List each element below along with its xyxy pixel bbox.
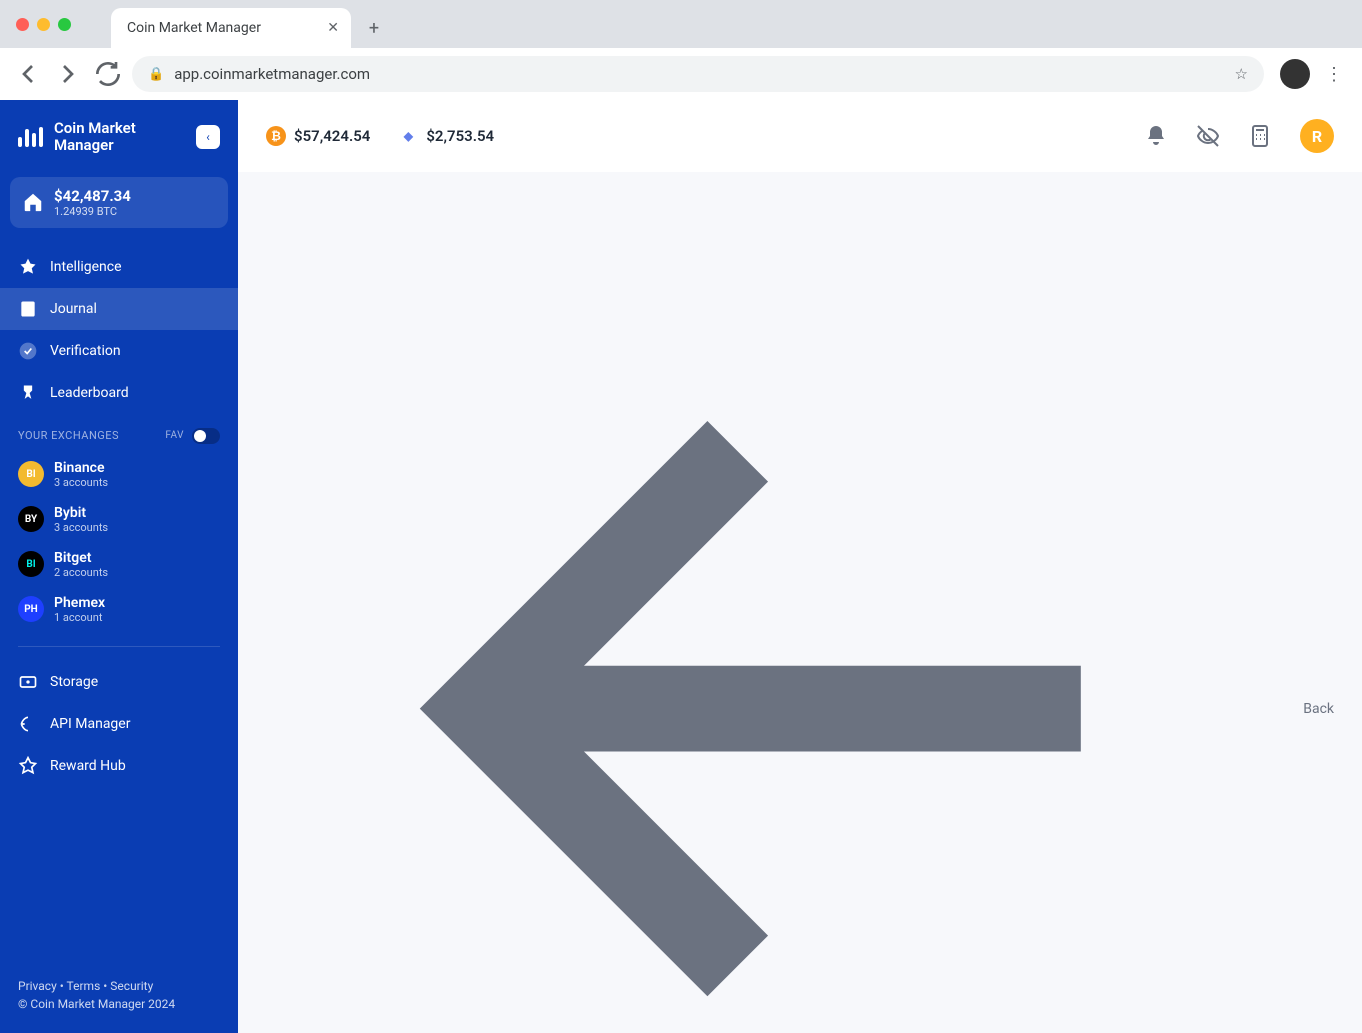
balance-card[interactable]: $42,487.34 1.24939 BTC	[10, 177, 228, 228]
storage-icon	[18, 672, 38, 692]
chrome-profile-avatar[interactable]	[1280, 59, 1310, 89]
url-text: app.coinmarketmanager.com	[174, 65, 370, 83]
nav-item-verification[interactable]: Verification	[0, 330, 238, 372]
exchanges-section-label: YOUR EXCHANGES	[18, 429, 119, 442]
exchange-item-phemex[interactable]: PH Phemex1 account	[0, 587, 238, 632]
exchange-sub: 2 accounts	[54, 566, 108, 579]
api-manager-icon	[18, 714, 38, 734]
leaderboard-icon	[18, 383, 38, 403]
user-avatar[interactable]: R	[1300, 119, 1334, 153]
exchange-name: Bybit	[54, 505, 108, 521]
forward-button[interactable]	[52, 58, 84, 90]
balance-btc: 1.24939 BTC	[54, 205, 131, 218]
footer-link-privacy[interactable]: Privacy	[18, 979, 57, 993]
lock-icon: 🔒	[148, 67, 164, 82]
eth-price: ◆ $2,753.54	[398, 126, 494, 146]
exchange-sub: 1 account	[54, 611, 105, 624]
exchange-icon: BY	[18, 506, 44, 532]
nav-item-intelligence[interactable]: Intelligence	[0, 246, 238, 288]
nav-item-storage[interactable]: Storage	[0, 661, 238, 703]
reward-hub-icon	[18, 756, 38, 776]
nav-label: Storage	[50, 674, 98, 690]
chrome-menu-button[interactable]: ⋮	[1318, 64, 1350, 85]
intelligence-icon	[18, 257, 38, 277]
calculator-icon[interactable]	[1248, 124, 1272, 148]
close-icon[interactable]: ✕	[327, 20, 339, 36]
exchange-name: Bitget	[54, 550, 108, 566]
fav-toggle[interactable]	[192, 428, 220, 444]
exchange-item-bybit[interactable]: BY Bybit3 accounts	[0, 497, 238, 542]
nav-label: Journal	[50, 301, 97, 317]
exchange-item-binance[interactable]: BI Binance3 accounts	[0, 452, 238, 497]
nav-label: Leaderboard	[50, 385, 129, 401]
visibility-off-icon[interactable]	[1196, 124, 1220, 148]
nav-item-reward-hub[interactable]: Reward Hub	[0, 745, 238, 787]
exchange-name: Phemex	[54, 595, 105, 611]
fav-label: FAV	[165, 430, 184, 441]
nav-label: Reward Hub	[50, 758, 126, 774]
nav-item-journal[interactable]: Journal	[0, 288, 238, 330]
reload-button[interactable]	[92, 58, 124, 90]
exchange-sub: 3 accounts	[54, 476, 108, 489]
logo-icon	[18, 127, 44, 147]
window-controls[interactable]	[16, 18, 71, 31]
back-link[interactable]: Back	[266, 194, 1334, 1033]
copyright: © Coin Market Manager 2024	[18, 997, 220, 1011]
exchange-name: Binance	[54, 460, 108, 476]
btc-price: ₿ $57,424.54	[266, 126, 370, 146]
nav-label: Verification	[50, 343, 121, 359]
exchange-icon: BI	[18, 551, 44, 577]
exchange-icon: PH	[18, 596, 44, 622]
footer-link-terms[interactable]: Terms	[67, 979, 101, 993]
tab-title: Coin Market Manager	[127, 20, 261, 36]
footer-link-security[interactable]: Security	[110, 979, 153, 993]
exchange-icon: BI	[18, 461, 44, 487]
nav-item-leaderboard[interactable]: Leaderboard	[0, 372, 238, 414]
balance-usd: $42,487.34	[54, 187, 131, 205]
new-tab-button[interactable]: +	[359, 13, 389, 43]
sidebar-collapse-button[interactable]: ‹	[196, 125, 220, 149]
topbar: ₿ $57,424.54 ◆ $2,753.54 R	[238, 100, 1362, 172]
nav-item-api-manager[interactable]: API Manager	[0, 703, 238, 745]
verification-icon	[18, 341, 38, 361]
back-button[interactable]	[12, 58, 44, 90]
exchange-sub: 3 accounts	[54, 521, 108, 534]
btc-icon: ₿	[266, 126, 286, 146]
sidebar: Coin Market Manager ‹ $42,487.34 1.24939…	[0, 100, 238, 1033]
brand-name: Coin Market Manager	[54, 120, 136, 155]
browser-tab[interactable]: Coin Market Manager ✕	[111, 8, 351, 48]
exchange-item-bitget[interactable]: BI Bitget2 accounts	[0, 542, 238, 587]
address-bar[interactable]: 🔒 app.coinmarketmanager.com ☆	[132, 56, 1264, 92]
journal-icon	[18, 299, 38, 319]
eth-icon: ◆	[398, 126, 418, 146]
nav-label: API Manager	[50, 716, 130, 732]
bell-icon[interactable]	[1144, 124, 1168, 148]
nav-label: Intelligence	[50, 259, 122, 275]
home-icon	[22, 191, 44, 213]
bookmark-icon[interactable]: ☆	[1235, 65, 1248, 83]
